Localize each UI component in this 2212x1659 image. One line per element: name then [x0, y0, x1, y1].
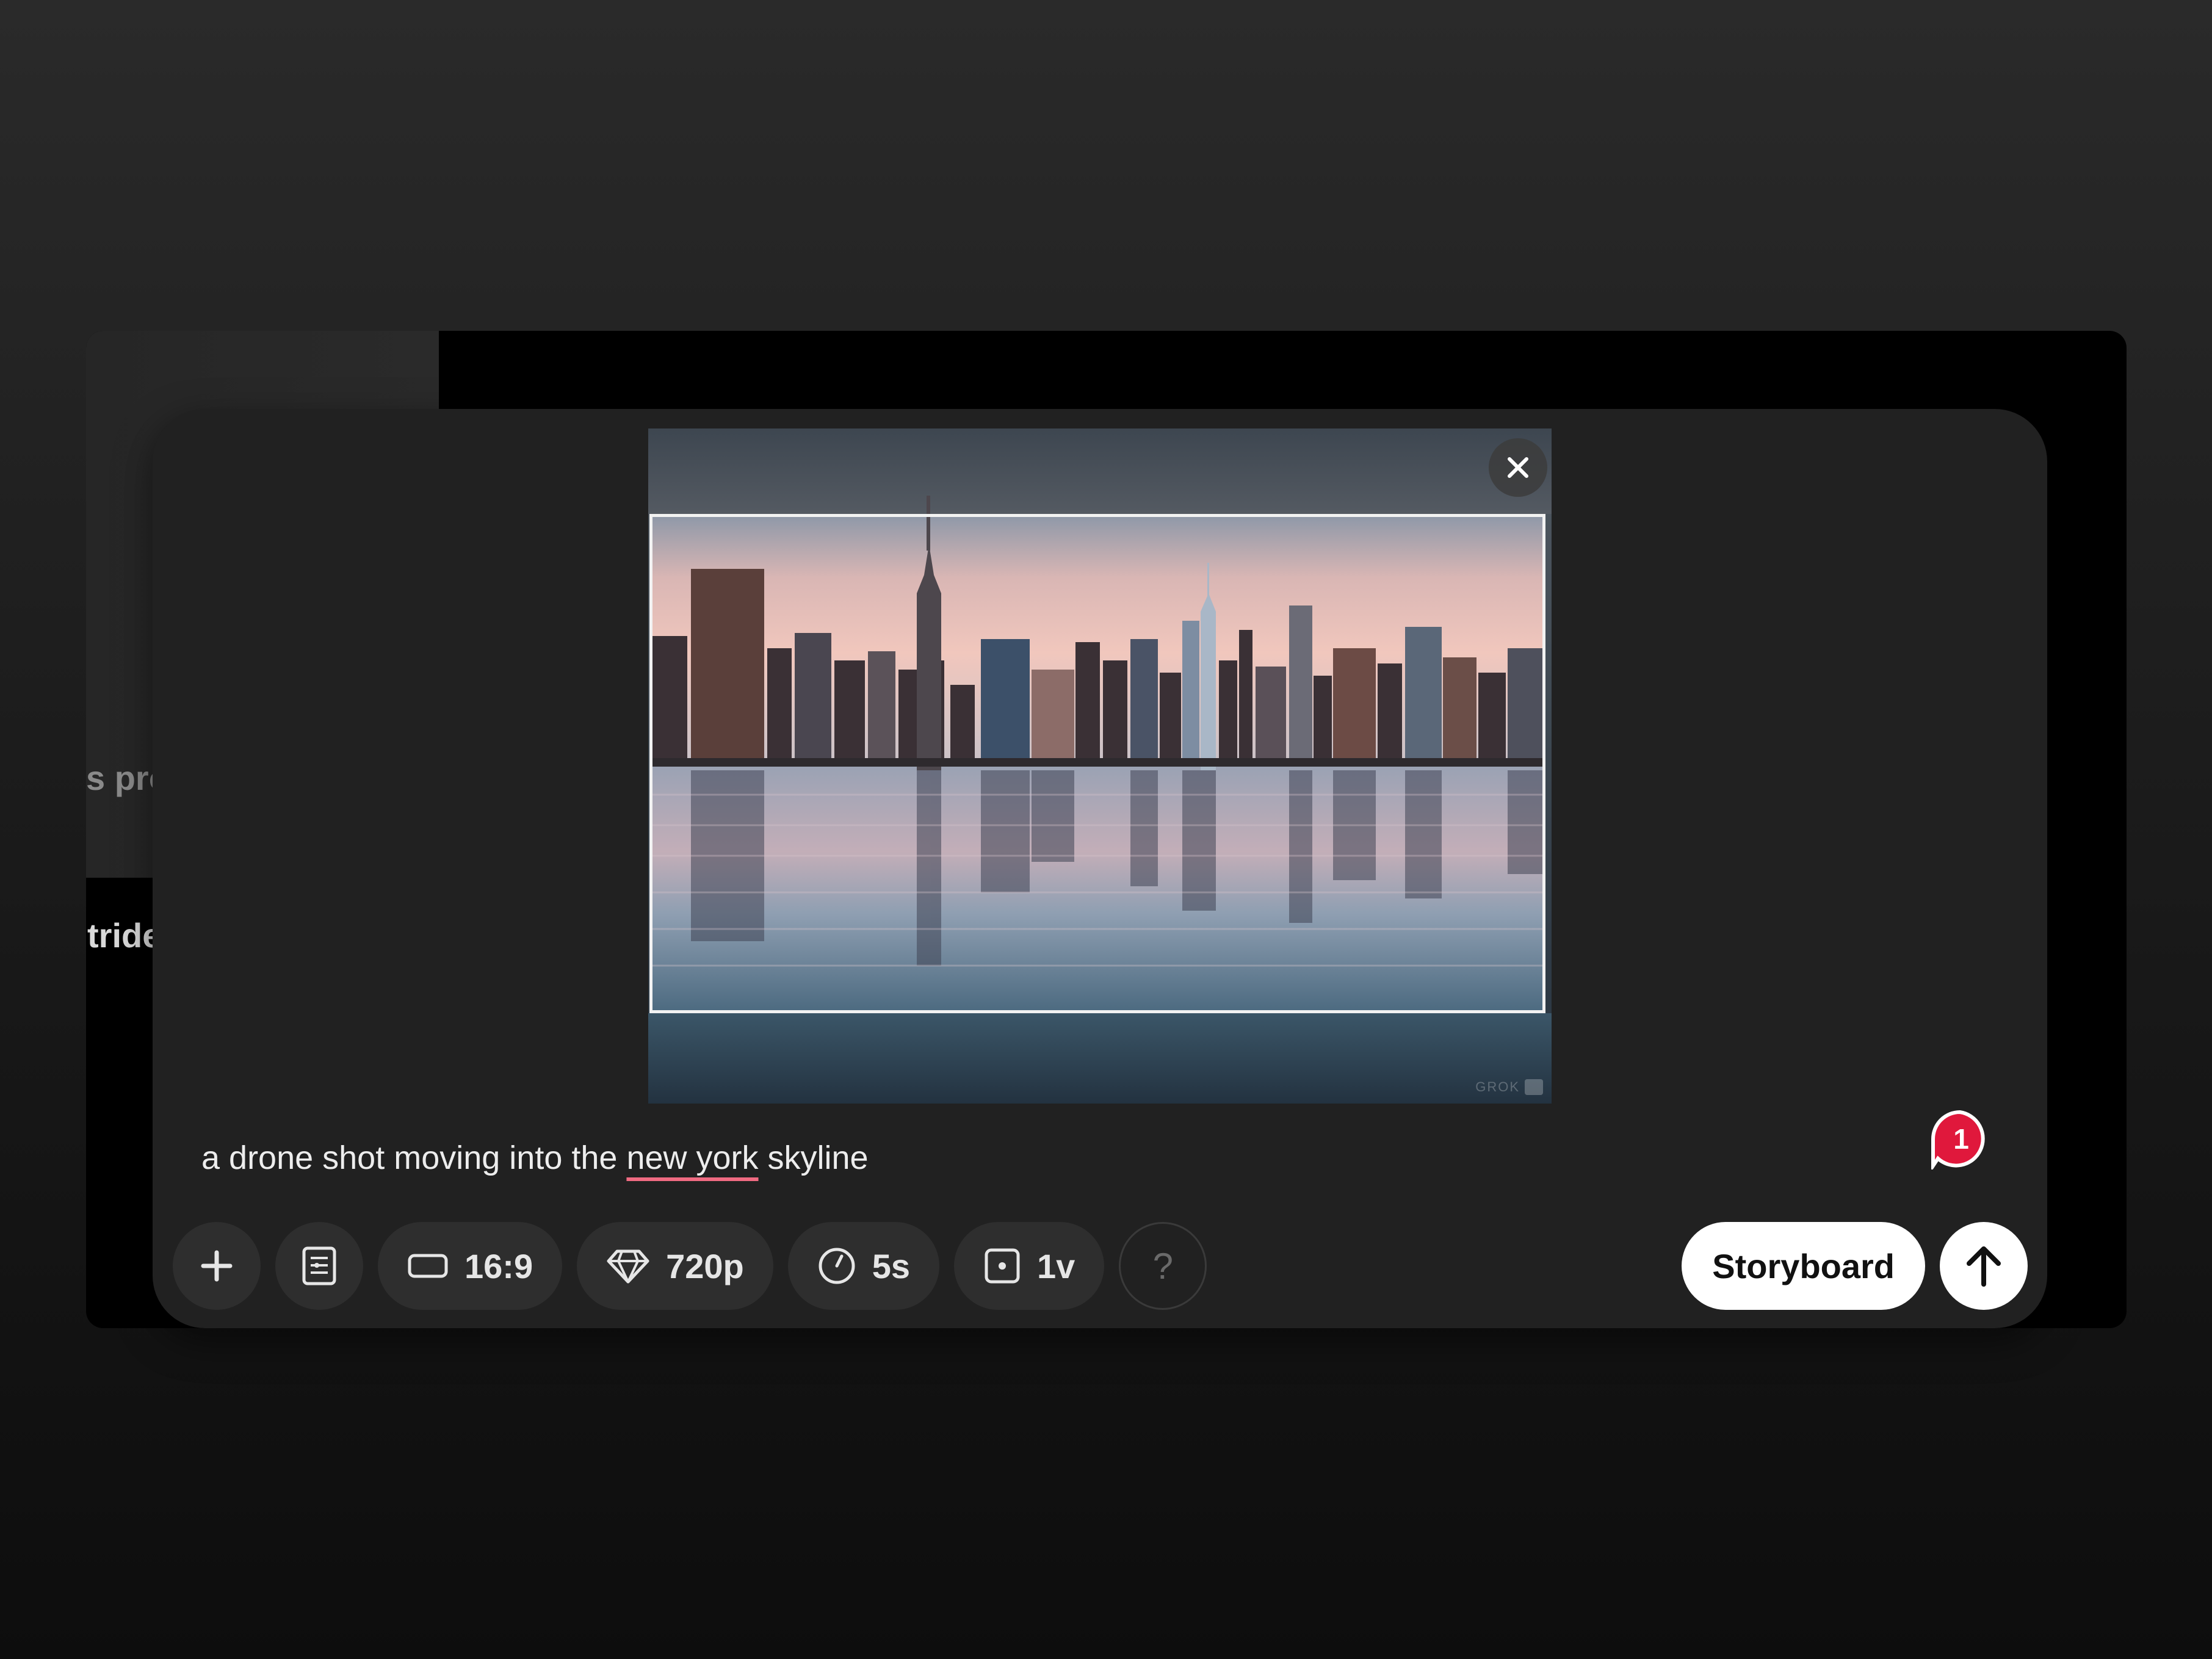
variations-button[interactable]: 1v [954, 1222, 1105, 1310]
background-text-partial: tride [87, 916, 162, 955]
notification-count: 1 [1953, 1123, 1969, 1155]
duration-label: 5s [872, 1246, 911, 1285]
document-icon [302, 1246, 336, 1285]
attached-image-preview[interactable]: GROK [648, 428, 1552, 1104]
aspect-ratio-icon [408, 1254, 448, 1278]
variations-label: 1v [1037, 1246, 1075, 1285]
clock-icon [819, 1248, 855, 1284]
image-watermark: GROK [1475, 1079, 1543, 1095]
remove-image-button[interactable] [1489, 438, 1547, 497]
flagged-word[interactable]: new york [626, 1140, 758, 1176]
notification-badge[interactable]: 1 [1929, 1108, 1990, 1172]
composer-actions: Storyboard [1682, 1222, 2028, 1310]
notification-bubble-icon: 1 [1931, 1110, 1985, 1172]
arrow-up-icon [1967, 1246, 2001, 1287]
variations-icon [985, 1248, 1020, 1284]
resolution-button[interactable]: 720p [577, 1222, 773, 1310]
aspect-ratio-button[interactable]: 16:9 [378, 1222, 563, 1310]
watermark-text: GROK [1475, 1079, 1520, 1094]
crop-frame[interactable] [649, 514, 1545, 1013]
help-button[interactable]: ? [1119, 1222, 1207, 1310]
plus-icon [201, 1250, 233, 1282]
prompt-text: skyline [758, 1140, 869, 1176]
watermark-logo-icon [1525, 1079, 1543, 1095]
add-attachment-button[interactable] [173, 1222, 261, 1310]
submit-button[interactable] [1940, 1222, 2028, 1310]
duration-button[interactable]: 5s [787, 1222, 940, 1310]
help-icon: ? [1152, 1245, 1174, 1287]
resolution-label: 720p [666, 1246, 744, 1285]
diamond-icon [607, 1249, 649, 1284]
storyboard-button[interactable]: Storyboard [1682, 1222, 1925, 1310]
composer-panel: GROK a drone shot moving into the new yo… [153, 409, 2047, 1328]
prompt-input[interactable]: a drone shot moving into the new york sk… [201, 1139, 869, 1177]
close-icon [1508, 457, 1528, 478]
aspect-ratio-label: 16:9 [464, 1246, 533, 1285]
composer-toolbar: 16:9 720p 5s 1v ? [173, 1222, 1207, 1310]
storyboard-label: Storyboard [1712, 1246, 1895, 1285]
template-button[interactable] [275, 1222, 363, 1310]
prompt-text: a drone shot moving into the [201, 1140, 627, 1176]
